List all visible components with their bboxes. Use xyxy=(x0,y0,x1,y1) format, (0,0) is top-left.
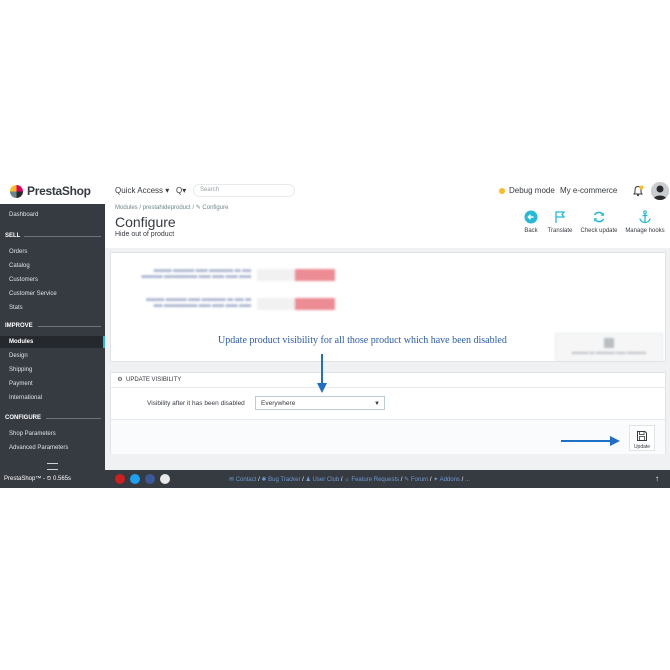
version-info: PrestaShop™ - ⏲ 0.565s xyxy=(4,476,72,482)
scroll-top-icon[interactable]: ↑ xyxy=(652,474,662,484)
footer-link-feature-requests[interactable]: Feature Requests xyxy=(351,477,399,483)
prestashop-admin: PrestaShop Quick Access ▾ Q▾ Search Debu… xyxy=(0,178,670,488)
lightbulb-icon: ☼ xyxy=(344,477,350,483)
facebook-icon[interactable] xyxy=(145,474,155,484)
footer: PrestaShop™ - ⏲ 0.565s ✉ Contact / ✱ Bug… xyxy=(0,470,670,488)
users-icon: ♟ xyxy=(305,477,311,483)
footer-link-user-club[interactable]: User Club xyxy=(313,477,340,483)
annotation-arrows xyxy=(317,354,620,446)
footer-link-bug-tracker[interactable]: Bug Tracker xyxy=(268,477,300,483)
right-arrow-icon xyxy=(561,436,620,446)
footer-link-addons[interactable]: Addons xyxy=(440,477,460,483)
github-icon[interactable] xyxy=(160,474,170,484)
mail-icon: ✉ xyxy=(229,477,235,483)
footer-links: ✉ Contact / ✱ Bug Tracker / ♟ User Club … xyxy=(229,476,470,483)
footer-link-forum[interactable]: Forum xyxy=(411,477,428,483)
footer-link-contact[interactable]: Contact xyxy=(236,477,257,483)
down-arrow-icon xyxy=(317,354,327,393)
footer-link-more[interactable]: ... xyxy=(465,477,470,483)
twitter-icon[interactable] xyxy=(130,474,140,484)
youtube-icon[interactable] xyxy=(115,474,125,484)
comments-icon: ✎ xyxy=(404,477,410,483)
puzzle-icon: ✦ xyxy=(433,477,439,483)
bug-icon: ✱ xyxy=(261,477,267,483)
